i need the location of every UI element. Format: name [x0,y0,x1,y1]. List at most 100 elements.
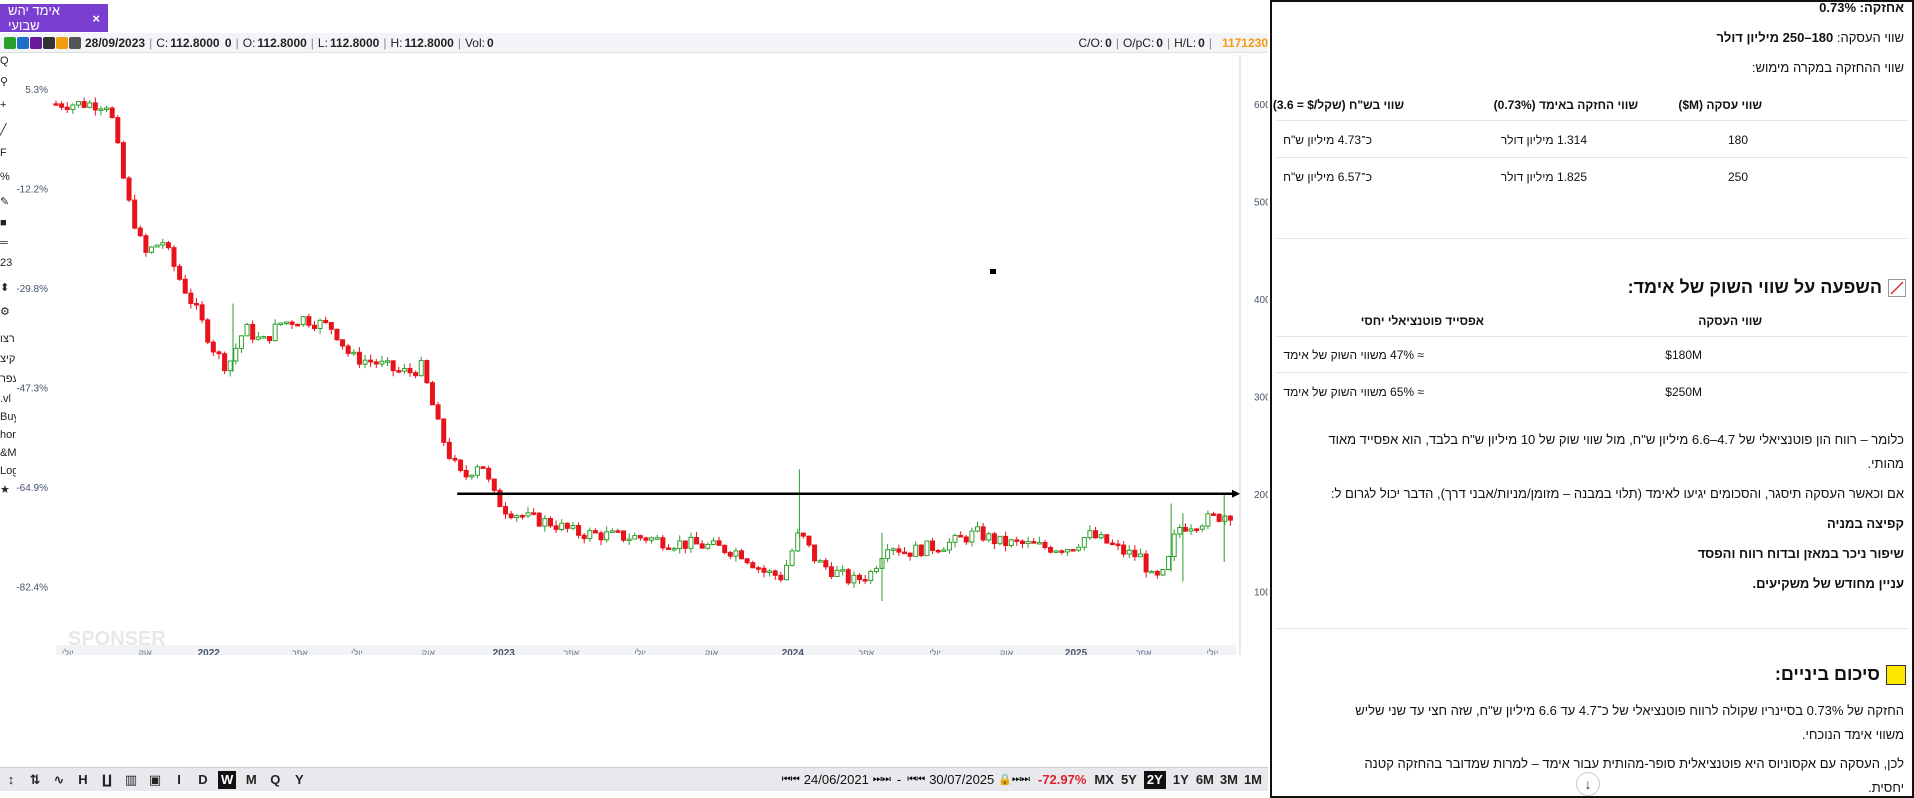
nav-first2-icon[interactable]: ⏮⏮ [907,774,925,785]
tool-4[interactable]: F [0,147,16,159]
to-date[interactable]: 30/07/2025 [929,772,994,787]
interval-button-10[interactable]: M [242,771,260,789]
candle-body-178 [1053,550,1059,553]
candle-body-138 [828,566,834,577]
interval-button-2[interactable]: ∿ [50,771,68,789]
interval-button-12[interactable]: Y [290,771,308,789]
d-icon[interactable] [30,36,42,49]
interval-button-6[interactable]: ▣ [146,771,164,789]
interval-button-11[interactable]: Q [266,771,284,789]
tool-18[interactable]: &M [0,447,16,459]
interval-button-7[interactable]: I [170,771,188,789]
interval-button-0[interactable]: ↕ [2,771,20,789]
x-axis-band [56,645,1236,655]
r-icon[interactable] [43,36,55,49]
chart-app: אימד יהש שבועי × 28/09/2023 | C: 112.800… [0,0,1268,798]
candle-body-43 [295,323,301,327]
interval-button-9[interactable]: W [218,770,237,789]
candle-body-45 [306,316,312,326]
chat-panel: אחזקה: 0.73% שווי העסקה: 180–250 מיליון … [1270,0,1914,798]
range-button-3m[interactable]: 3M [1220,771,1238,789]
high-label: H: [390,35,403,50]
left-tick-1: -12.2% [16,185,48,196]
candle-body-6 [87,102,93,108]
tool-2[interactable]: + [0,99,16,111]
sun-icon[interactable] [56,36,68,49]
t1-r2-deal: 250 [1727,170,1748,184]
hl-label: H/L: [1174,36,1197,50]
tool-11[interactable]: ⚙ [0,305,16,318]
nav-first-icon[interactable]: ⏮⏮ [782,774,800,785]
opc-value: 0 [1156,36,1163,50]
interval-button-8[interactable]: D [194,771,212,789]
interval-button-1[interactable]: ⇅ [26,771,44,789]
tool-1[interactable]: ⚲ [0,75,16,88]
x-tick-6: 2023 [493,648,516,655]
range-button-5y[interactable]: 5Y [1120,771,1138,789]
range-button-mx[interactable]: MX [1094,771,1114,789]
candle-body-57 [373,361,379,365]
left-tick-3: -47.3% [16,384,48,395]
x-tick-8: יולי [634,648,646,655]
candle-body-94 [581,534,587,540]
tool-5[interactable]: % [0,171,16,183]
candle-body-19 [160,242,166,246]
interval-button-5[interactable]: ▥ [122,771,140,789]
chart-icon[interactable] [4,36,16,49]
candle-body-0 [53,103,59,106]
tool-13[interactable]: קיצ [0,353,16,365]
close-label: C: [156,35,169,50]
share-icon[interactable] [17,36,29,49]
close-icon[interactable]: × [92,11,100,26]
candle-body-106 [649,537,655,541]
tool-14[interactable]: עפר [0,373,16,385]
t1-header-holding: שווי החזקה באימד (0.73%) [1493,98,1638,112]
from-date[interactable]: 24/06/2021 [804,772,869,787]
candle-body-93 [576,525,582,536]
section-summary: סיכום ביניים: [1775,664,1906,685]
chart-emoji-icon [1888,278,1906,297]
comment-icon[interactable] [69,36,81,49]
tool-12[interactable]: רצו [0,333,16,345]
nav-next-icon[interactable]: ⏭⏭ [873,774,891,785]
tool-10[interactable]: ⬍ [0,281,16,294]
candle-body-5 [81,101,87,108]
candle-body-111 [677,540,683,549]
candle-body-14 [132,199,138,229]
candle-body-206 [1211,513,1217,516]
chart-tab[interactable]: אימד יהש שבועי × [0,3,108,33]
interval-button-4[interactable]: ∐ [98,771,116,789]
tool-17[interactable]: hort [0,429,16,441]
range-button-1y[interactable]: 1Y [1172,771,1190,789]
tool-0[interactable]: Q [0,55,16,67]
tool-7[interactable]: ■ [0,217,16,229]
candle-body-160 [952,534,958,543]
lock-icon[interactable]: 🔒 [998,773,1012,786]
para3-line2: משווי אימד הנוכחי. [1801,727,1904,742]
candle-body-131 [789,550,795,566]
tool-19[interactable]: Log [0,465,16,477]
candle-body-199 [1171,533,1177,558]
candle-body-146 [873,567,879,572]
price-chart[interactable]: SPONSER5.3%-12.2%-29.8%-47.3%-64.9%-82.4… [0,55,1268,655]
candle-body-179 [1059,550,1065,553]
nav-next2-icon[interactable]: ⏭⏭ [1012,774,1030,785]
tool-6[interactable]: ✎ [0,195,16,208]
tool-16[interactable]: Buy [0,411,16,423]
holding-line: אחזקה: 0.73% [1819,2,1904,15]
range-button-6m[interactable]: 6M [1196,771,1214,789]
range-button-2y[interactable]: 2Y [1143,770,1166,789]
low-label: L: [317,35,328,50]
period-change: -72.97% [1037,772,1087,787]
tool-20[interactable]: ★ [0,483,16,496]
scroll-down-button[interactable]: ↓ [1576,772,1600,796]
tool-8[interactable]: ═ [0,237,16,249]
candle-body-201 [1182,526,1188,532]
candle-body-62 [401,367,407,372]
tool-9[interactable]: 23 [0,257,16,269]
range-button-1m[interactable]: 1M [1244,771,1262,789]
interval-button-3[interactable]: H [74,771,92,789]
tool-3[interactable]: ╱ [0,123,16,136]
tool-15[interactable]: .vl [0,393,16,405]
bottom-toolbar: ↕ ⇅ ∿ H ∐ ▥ ▣ I D W M Q Y ⏮⏮ 24/06/2021 ⏭⏭ - ⏮⏮ 30/0… [0,767,1268,791]
